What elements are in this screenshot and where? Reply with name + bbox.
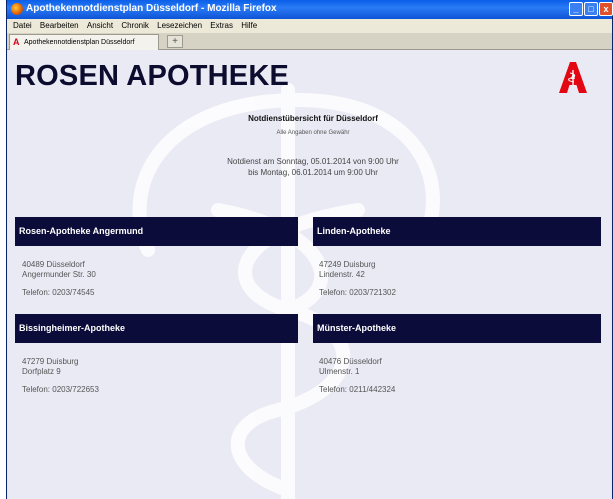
duty-line-end: bis Montag, 06.01.2014 um 9:00 Uhr bbox=[248, 168, 378, 177]
apotheke-a-logo-icon bbox=[559, 62, 587, 93]
menu-file[interactable]: Datei bbox=[13, 21, 32, 30]
brand-title: ROSEN APOTHEKE bbox=[15, 60, 290, 92]
pharmacy-card-body: 47279 Duisburg Dorfplatz 9 Telefon: 0203… bbox=[22, 357, 99, 395]
pharmacy-card-body: 40489 Düsseldorf Angermunder Str. 30 Tel… bbox=[22, 260, 96, 298]
menu-bar: Datei Bearbeiten Ansicht Chronik Lesezei… bbox=[7, 19, 612, 33]
duty-line-start: Notdienst am Sonntag, 05.01.2014 von 9:0… bbox=[227, 157, 399, 166]
firefox-icon bbox=[11, 3, 23, 15]
tab-apothekennotdienstplan[interactable]: A Apothekennotdienstplan Düsseldorf bbox=[9, 34, 159, 50]
pharmacy-card-header: Linden-Apotheke bbox=[313, 217, 601, 246]
menu-view[interactable]: Ansicht bbox=[87, 21, 113, 30]
pharmacy-card-header: Bissingheimer-Apotheke bbox=[15, 314, 298, 343]
pharmacy-street: Angermunder Str. 30 bbox=[22, 270, 96, 279]
menu-help[interactable]: Hilfe bbox=[241, 21, 257, 30]
pharmacy-street: Ulmenstr. 1 bbox=[319, 367, 360, 376]
pharmacy-favicon-icon: A bbox=[13, 37, 20, 47]
pharmacy-city: 47279 Duisburg bbox=[22, 357, 79, 366]
close-button[interactable]: x bbox=[599, 2, 613, 16]
pharmacy-phone: Telefon: 0203/721302 bbox=[319, 288, 396, 297]
page-title: Notdienstübersicht für Düsseldorf bbox=[248, 114, 378, 123]
pharmacy-street: Lindenstr. 42 bbox=[319, 270, 365, 279]
maximize-button[interactable]: □ bbox=[584, 2, 598, 16]
pharmacy-card-body: 40476 Düsseldorf Ulmenstr. 1 Telefon: 02… bbox=[319, 357, 395, 395]
duty-period: Notdienst am Sonntag, 05.01.2014 von 9:0… bbox=[158, 156, 468, 178]
tab-bar: A Apothekennotdienstplan Düsseldorf + bbox=[7, 33, 612, 50]
pharmacy-city: 47249 Duisburg bbox=[319, 260, 376, 269]
pharmacy-city: 40489 Düsseldorf bbox=[22, 260, 85, 269]
menu-tools[interactable]: Extras bbox=[210, 21, 233, 30]
page-content: ROSEN APOTHEKE Notdienstübersicht für Dü… bbox=[8, 50, 611, 499]
browser-window: Apothekennotdienstplan Düsseldorf - Mozi… bbox=[6, 0, 613, 499]
pharmacy-card-header: Rosen-Apotheke Angermund bbox=[15, 217, 298, 246]
tab-label: Apothekennotdienstplan Düsseldorf bbox=[24, 39, 135, 46]
pharmacy-phone: Telefon: 0203/722653 bbox=[22, 385, 99, 394]
title-bar[interactable]: Apothekennotdienstplan Düsseldorf - Mozi… bbox=[7, 0, 613, 19]
caduceus-watermark-icon bbox=[132, 83, 440, 499]
pharmacy-phone: Telefon: 0203/74545 bbox=[22, 288, 95, 297]
menu-history[interactable]: Chronik bbox=[121, 21, 149, 30]
window-title: Apothekennotdienstplan Düsseldorf - Mozi… bbox=[26, 3, 277, 14]
page-subtitle: Alle Angaben ohne Gewähr bbox=[276, 130, 350, 136]
minimize-button[interactable]: _ bbox=[569, 2, 583, 16]
menu-bookmarks[interactable]: Lesezeichen bbox=[157, 21, 202, 30]
pharmacy-street: Dorfplatz 9 bbox=[22, 367, 61, 376]
menu-edit[interactable]: Bearbeiten bbox=[40, 21, 79, 30]
pharmacy-phone: Telefon: 0211/442324 bbox=[319, 385, 396, 394]
new-tab-button[interactable]: + bbox=[167, 35, 183, 48]
pharmacy-card-header: Münster-Apotheke bbox=[313, 314, 601, 343]
pharmacy-city: 40476 Düsseldorf bbox=[319, 357, 382, 366]
pharmacy-card-body: 47249 Duisburg Lindenstr. 42 Telefon: 02… bbox=[319, 260, 396, 298]
